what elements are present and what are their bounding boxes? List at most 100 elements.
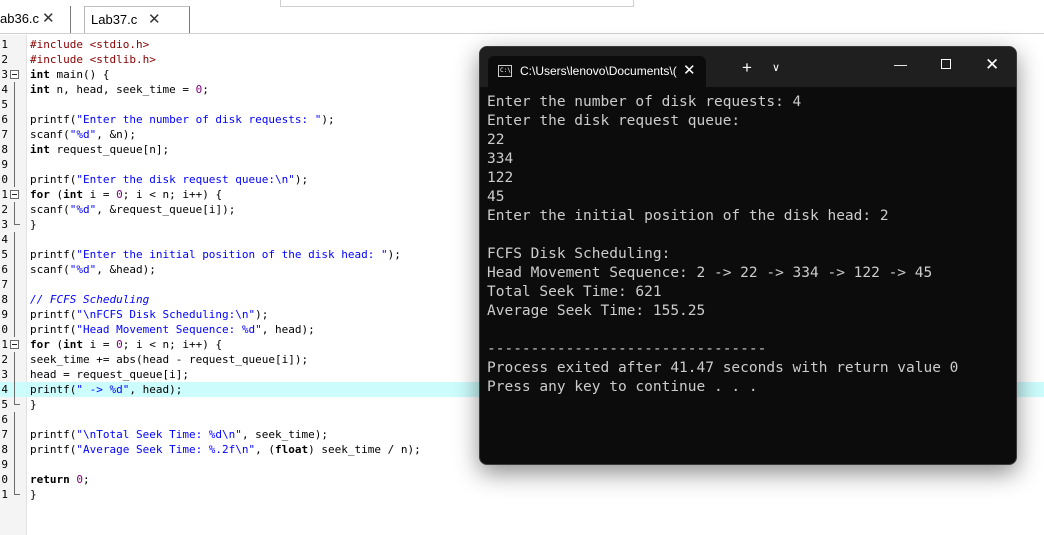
close-tab-icon[interactable]: ✕ bbox=[683, 61, 696, 79]
maximize-icon[interactable] bbox=[941, 59, 951, 69]
line-number: 5 bbox=[1, 248, 8, 261]
code-text: printf(" -> %d", head); bbox=[30, 382, 182, 397]
code-text: int request_queue[n]; bbox=[30, 142, 169, 157]
line-number: 3 bbox=[1, 368, 8, 381]
code-text: printf("Enter the number of disk request… bbox=[30, 112, 335, 127]
tab-close-icon[interactable]: ✕ bbox=[148, 7, 161, 33]
code-text: // FCFS Scheduling bbox=[30, 292, 149, 307]
fold-end-marker bbox=[14, 217, 20, 225]
line-number: 2 bbox=[1, 353, 8, 366]
code-token: ; i < n; i++) { bbox=[122, 338, 223, 351]
code-token: "Enter the disk request queue:\n" bbox=[76, 173, 295, 186]
code-line[interactable]: 0 return 0; bbox=[0, 472, 1044, 487]
code-token: int bbox=[63, 188, 83, 201]
console-line: Average Seek Time: 155.25 bbox=[487, 303, 706, 319]
tab-lab36[interactable]: ab36.c ✕ bbox=[0, 6, 71, 33]
fold-line-marker bbox=[14, 352, 15, 367]
cmd-icon: C:\ bbox=[498, 65, 512, 77]
code-token: printf( bbox=[30, 443, 77, 456]
code-token: " -> %d" bbox=[76, 383, 130, 396]
minimize-icon[interactable]: — bbox=[894, 57, 907, 72]
code-token: request_queue[n]; bbox=[49, 143, 170, 156]
code-token: "\nFCFS Disk Scheduling:\n" bbox=[76, 308, 256, 321]
tab-label: ab36.c bbox=[0, 11, 40, 26]
code-token: } bbox=[30, 488, 37, 501]
console-window[interactable]: C:\ C:\Users\lenovo\Documents\( ✕ + ∨ — … bbox=[479, 46, 1017, 465]
line-number: 0 bbox=[1, 323, 8, 336]
code-token: ; bbox=[202, 83, 209, 96]
line-number: 5 bbox=[1, 98, 8, 111]
code-text: for (int i = 0; i < n; i++) { bbox=[30, 337, 222, 352]
code-text: printf("Enter the initial position of th… bbox=[30, 247, 401, 262]
new-tab-icon[interactable]: + bbox=[742, 58, 752, 78]
code-token: int bbox=[30, 83, 50, 96]
fold-line-marker bbox=[14, 277, 15, 292]
chevron-down-icon[interactable]: ∨ bbox=[772, 61, 780, 74]
code-token: ; bbox=[83, 473, 90, 486]
code-token: } bbox=[30, 398, 37, 411]
console-tab-title: C:\Users\lenovo\Documents\( bbox=[520, 64, 677, 78]
tab-lab37[interactable]: Lab37.c ✕ bbox=[84, 6, 190, 34]
line-number: 9 bbox=[1, 458, 8, 471]
line-number: 9 bbox=[1, 308, 8, 321]
code-text: head = request_queue[i]; bbox=[30, 367, 189, 382]
code-text: } bbox=[30, 487, 37, 502]
code-token: printf( bbox=[30, 113, 77, 126]
code-token: ); bbox=[255, 308, 269, 321]
code-token: , head); bbox=[261, 323, 315, 336]
console-line: 45 bbox=[487, 189, 505, 205]
code-token: ; i < n; i++) { bbox=[122, 188, 223, 201]
fold-line-marker bbox=[14, 457, 15, 472]
code-token: "Enter the number of disk requests: " bbox=[76, 113, 322, 126]
code-token: "Enter the initial position of the disk … bbox=[76, 248, 388, 261]
code-token: for bbox=[30, 188, 50, 201]
code-token: n, head, seek_time = bbox=[49, 83, 196, 96]
code-token: "Head Movement Sequence: %d" bbox=[76, 323, 262, 336]
code-token: int bbox=[63, 338, 83, 351]
console-line: Process exited after 41.47 seconds with … bbox=[487, 360, 959, 376]
code-token: for bbox=[30, 338, 50, 351]
line-number: 1 bbox=[1, 488, 8, 501]
fold-line-marker bbox=[14, 172, 15, 187]
console-line: -------------------------------- bbox=[487, 341, 767, 357]
fold-toggle-icon[interactable] bbox=[10, 340, 19, 349]
fold-line-marker bbox=[14, 262, 15, 277]
code-line[interactable]: 1} bbox=[0, 487, 1044, 502]
console-title-bar[interactable]: C:\ C:\Users\lenovo\Documents\( ✕ + ∨ — … bbox=[480, 47, 1016, 87]
console-tab[interactable]: C:\ C:\Users\lenovo\Documents\( ✕ bbox=[488, 56, 706, 87]
close-window-icon[interactable]: ✕ bbox=[985, 55, 999, 75]
code-token: main() { bbox=[49, 68, 110, 81]
fold-toggle-icon[interactable] bbox=[10, 190, 19, 199]
code-token: scanf( bbox=[30, 263, 70, 276]
line-number: 8 bbox=[1, 293, 8, 306]
line-number: 2 bbox=[1, 53, 8, 66]
line-number: 1 bbox=[1, 188, 8, 201]
code-text: } bbox=[30, 397, 37, 412]
fold-line-marker bbox=[14, 157, 15, 172]
code-token: , ( bbox=[255, 443, 276, 456]
line-number: 6 bbox=[1, 113, 8, 126]
fold-line-marker bbox=[14, 232, 15, 247]
fold-line-marker bbox=[14, 82, 15, 97]
code-token: seek_time += abs(head - request_queue[i]… bbox=[30, 353, 309, 366]
fold-toggle-icon[interactable] bbox=[10, 70, 19, 79]
code-token: "%d" bbox=[69, 263, 97, 276]
fold-line-marker bbox=[14, 367, 15, 382]
code-token: return bbox=[30, 473, 70, 486]
console-output: Enter the number of disk requests: 4 Ente… bbox=[487, 93, 958, 397]
tab-close-icon[interactable]: ✕ bbox=[42, 6, 55, 32]
fold-line-marker bbox=[14, 112, 15, 127]
fold-line-marker bbox=[14, 247, 15, 262]
fold-line-marker bbox=[14, 97, 15, 112]
fold-line-marker bbox=[14, 307, 15, 322]
code-token: } bbox=[30, 218, 37, 231]
code-token: "\nTotal Seek Time: %d\n" bbox=[76, 428, 242, 441]
fold-line-marker bbox=[14, 322, 15, 337]
console-line: Head Movement Sequence: 2 -> 22 -> 334 -… bbox=[487, 265, 933, 281]
tab-label: Lab37.c bbox=[91, 12, 138, 27]
code-token: printf( bbox=[30, 248, 77, 261]
code-text: scanf("%d", &request_queue[i]); bbox=[30, 202, 235, 217]
code-token: ( bbox=[49, 188, 64, 201]
line-number: 7 bbox=[1, 428, 8, 441]
